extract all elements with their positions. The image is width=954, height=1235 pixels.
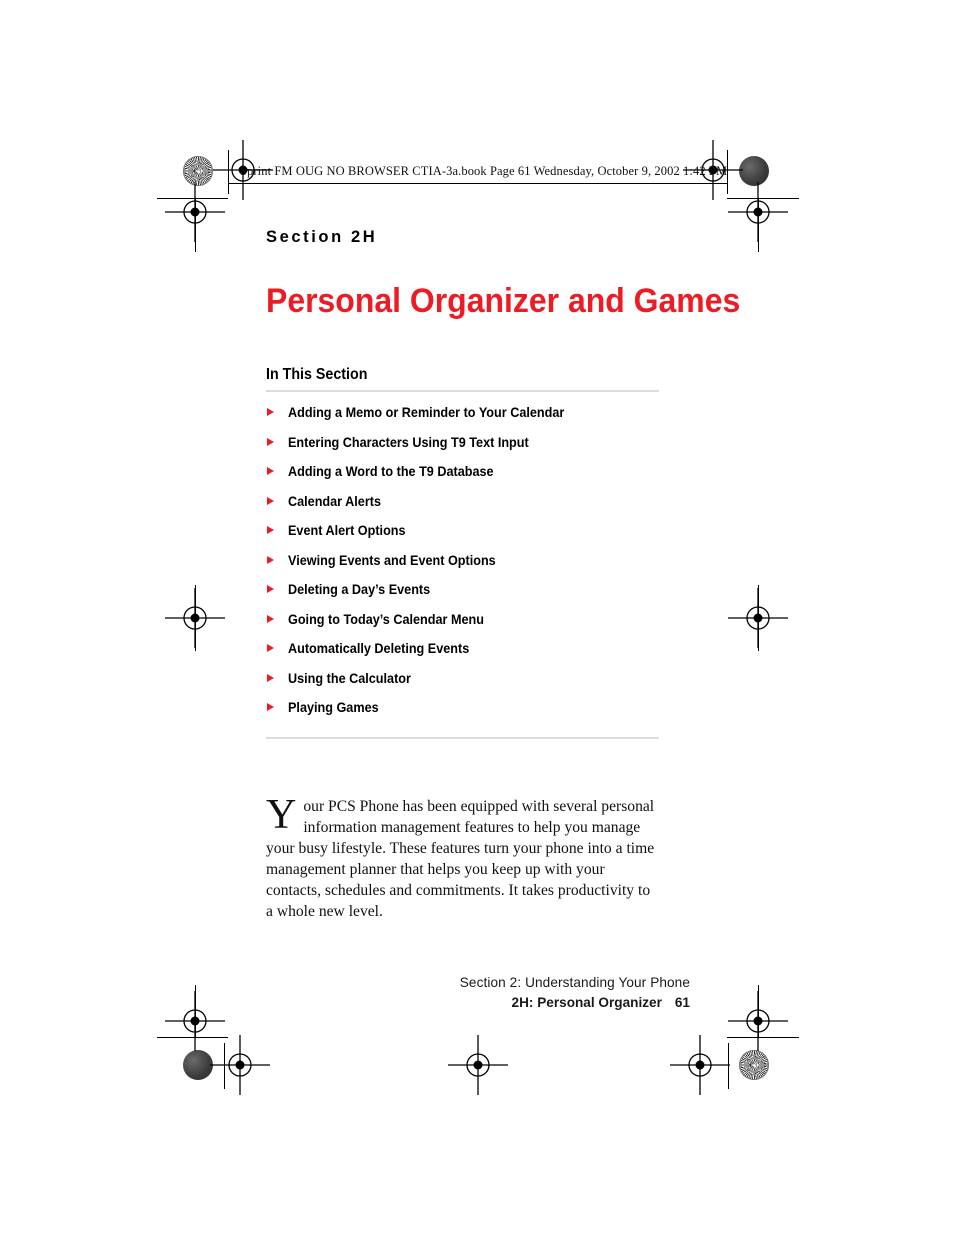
print-slug-line: Sprint FM OUG NO BROWSER CTIA-3a.book Pa… — [240, 164, 728, 178]
triangle-bullet-icon — [267, 614, 274, 623]
triangle-bullet-icon — [267, 703, 274, 711]
list-item-label: Entering Characters Using T9 Text Input — [288, 434, 529, 450]
list-item-label: Viewing Events and Event Options — [288, 552, 496, 568]
list-item-label: Adding a Memo or Reminder to Your Calend… — [288, 405, 565, 420]
crop-rule-topleft-vertical — [195, 198, 196, 252]
triangle-bullet-icon — [267, 526, 274, 534]
intro-paragraph: Your PCS Phone has been equipped with se… — [266, 791, 659, 922]
list-item[interactable]: Calendar Alerts — [266, 493, 666, 523]
crop-rule-bottomleft-horizontal — [157, 1037, 228, 1038]
triangle-bullet-icon — [267, 585, 274, 593]
page-footer: Section 2: Understanding Your Phone 2H: … — [266, 973, 690, 1012]
registration-crosshair-bottom-left-inner — [210, 1035, 270, 1095]
list-item[interactable]: Deleting a Day’s Events — [266, 581, 666, 611]
triangle-bullet-icon — [267, 673, 274, 682]
divider-top — [266, 390, 659, 392]
intro-body-text: our PCS Phone has been equipped with sev… — [266, 797, 655, 920]
list-item-label: Playing Games — [288, 700, 379, 715]
in-this-section-heading: In This Section — [266, 366, 368, 383]
triangle-bullet-icon — [267, 408, 274, 416]
crop-rule-midright-vertical — [758, 585, 759, 651]
density-patch-bottom-left — [183, 1050, 213, 1080]
list-item-label: Deleting a Day’s Events — [288, 582, 431, 597]
page-number: 61 — [674, 995, 690, 1010]
triangle-bullet-icon — [267, 467, 274, 475]
footer-section-label: Section 2: Understanding Your Phone — [459, 975, 690, 990]
list-item[interactable]: Adding a Memo or Reminder to Your Calend… — [266, 404, 666, 434]
crop-rule-footer-right-vertical — [728, 1043, 729, 1089]
list-item[interactable]: Going to Today’s Calendar Menu — [266, 611, 666, 641]
triangle-bullet-icon — [267, 644, 274, 652]
list-item-label: Event Alert Options — [288, 523, 406, 538]
crop-rule-topleft-horizontal — [157, 198, 228, 199]
list-item-label: Calendar Alerts — [288, 493, 381, 509]
list-item-label: Using the Calculator — [288, 670, 411, 686]
drop-cap: Y — [266, 791, 297, 838]
section-eyebrow: Section 2H — [266, 228, 378, 246]
rosette-registration-mark-bottom-right — [739, 1050, 769, 1080]
list-item-label: Adding a Word to the T9 Database — [288, 464, 494, 479]
crop-rule-footer-left-vertical — [224, 1043, 225, 1089]
triangle-bullet-icon — [267, 437, 274, 446]
list-item-label: Automatically Deleting Events — [288, 641, 470, 656]
triangle-bullet-icon — [267, 496, 274, 505]
list-item[interactable]: Viewing Events and Event Options — [266, 552, 666, 582]
crop-rule-midleft-vertical — [195, 585, 196, 651]
crop-rule-bottomright-horizontal — [727, 1037, 799, 1038]
list-item[interactable]: Adding a Word to the T9 Database — [266, 463, 666, 493]
list-item-label: Going to Today’s Calendar Menu — [288, 611, 484, 627]
registration-crosshair-bottom-center — [448, 1035, 508, 1095]
list-item[interactable]: Using the Calculator — [266, 670, 666, 700]
crop-rule-header-horizontal — [228, 183, 728, 184]
list-item[interactable]: Event Alert Options — [266, 522, 666, 552]
triangle-bullet-icon — [267, 555, 274, 564]
density-patch-top-right — [739, 156, 769, 186]
crop-rule-bottomright-vertical — [758, 985, 759, 1037]
page-title: Personal Organizer and Games — [266, 282, 741, 321]
list-item[interactable]: Playing Games — [266, 699, 666, 729]
crop-rule-topright-horizontal — [727, 198, 799, 199]
footer-subsection-line: 2H: Personal Organizer 61 — [266, 993, 690, 1012]
list-item[interactable]: Automatically Deleting Events — [266, 640, 666, 670]
registration-crosshair-bottom-right-inner — [670, 1035, 730, 1095]
list-item[interactable]: Entering Characters Using T9 Text Input — [266, 434, 666, 464]
divider-bottom — [266, 737, 659, 739]
page-content: Section 2H Personal Organizer and Games … — [266, 228, 741, 920]
rosette-registration-mark-top-left — [183, 156, 213, 186]
in-this-section-list: Adding a Memo or Reminder to Your Calend… — [266, 404, 666, 729]
crop-rule-bottomleft-vertical — [195, 985, 196, 1037]
footer-subsection-label: 2H: Personal Organizer — [511, 995, 662, 1010]
crop-rule-left-vertical — [228, 150, 229, 194]
crop-rule-topright-vertical — [758, 198, 759, 252]
